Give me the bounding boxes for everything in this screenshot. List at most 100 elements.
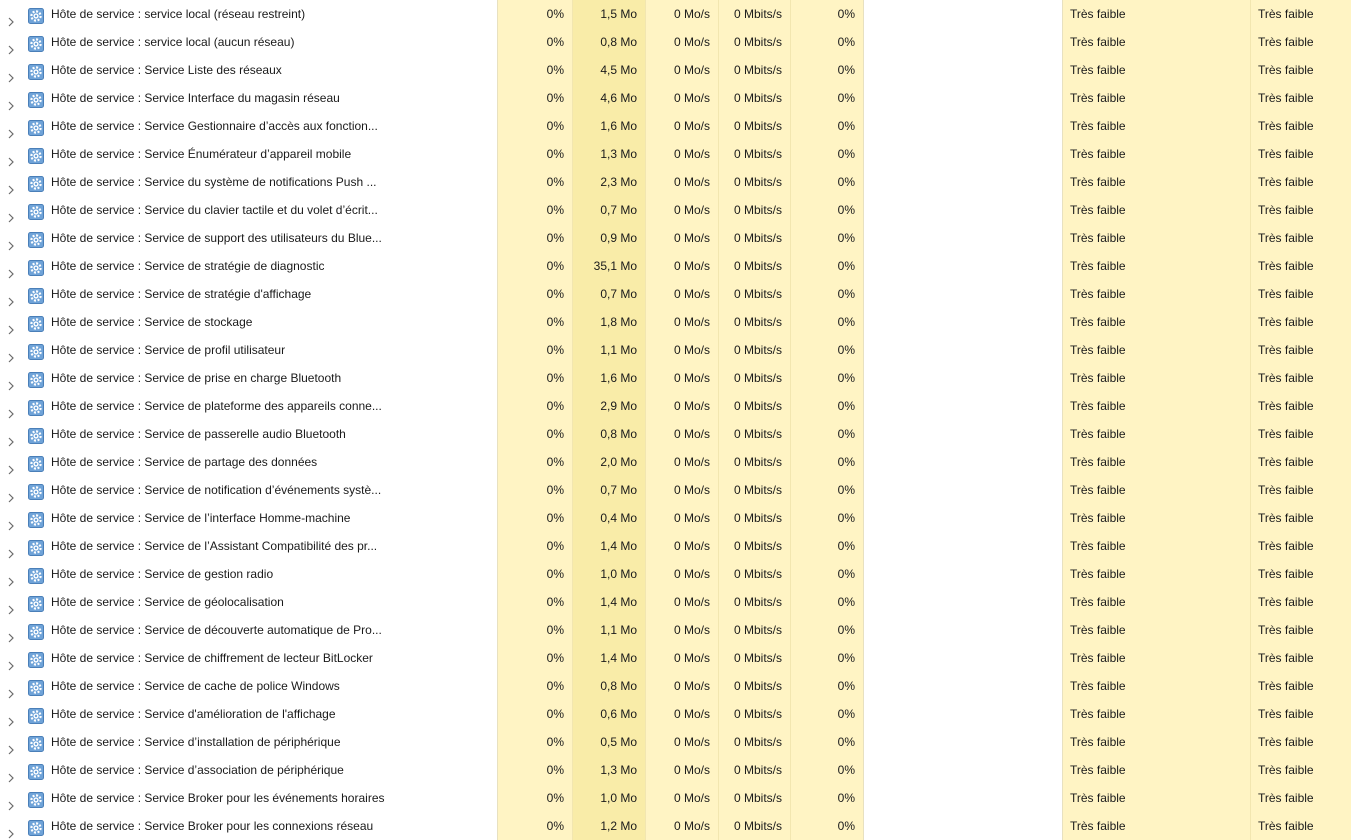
table-row[interactable]: Hôte de service : Service de profil util…	[0, 336, 1354, 364]
table-row[interactable]: Hôte de service : Service d’installation…	[0, 728, 1354, 756]
chevron-right-icon[interactable]	[6, 429, 16, 447]
name-cell[interactable]: Hôte de service : Service de découverte …	[0, 616, 498, 644]
table-row[interactable]: Hôte de service : Service de géolocalisa…	[0, 588, 1354, 616]
chevron-right-icon[interactable]	[6, 93, 16, 111]
chevron-right-icon[interactable]	[6, 457, 16, 475]
name-cell[interactable]: Hôte de service : Service du clavier tac…	[0, 196, 498, 224]
table-row[interactable]: Hôte de service : Service de stratégie d…	[0, 252, 1354, 280]
chevron-right-icon[interactable]	[6, 597, 16, 615]
name-cell[interactable]: Hôte de service : Service de partage des…	[0, 448, 498, 476]
table-row[interactable]: Hôte de service : service local (réseau …	[0, 0, 1354, 28]
name-cell[interactable]: Hôte de service : Service d’installation…	[0, 728, 498, 756]
name-cell[interactable]: Hôte de service : Service de passerelle …	[0, 420, 498, 448]
table-row[interactable]: Hôte de service : Service de l’interface…	[0, 504, 1354, 532]
table-row[interactable]: Hôte de service : Service de partage des…	[0, 448, 1354, 476]
table-row[interactable]: Hôte de service : Service Gestionnaire d…	[0, 112, 1354, 140]
chevron-right-icon[interactable]	[6, 37, 16, 55]
table-row[interactable]: Hôte de service : Service de chiffrement…	[0, 644, 1354, 672]
table-row[interactable]: Hôte de service : Service Liste des rése…	[0, 56, 1354, 84]
table-row[interactable]: Hôte de service : Service de notificatio…	[0, 476, 1354, 504]
table-row[interactable]: Hôte de service : Service de l’Assistant…	[0, 532, 1354, 560]
chevron-right-icon[interactable]	[6, 149, 16, 167]
chevron-right-icon[interactable]	[6, 541, 16, 559]
chevron-right-icon[interactable]	[6, 65, 16, 83]
memory-cell: 35,1 Mo	[573, 252, 646, 280]
name-cell[interactable]: Hôte de service : service local (réseau …	[0, 0, 498, 28]
chevron-right-icon[interactable]	[6, 121, 16, 139]
name-cell[interactable]: Hôte de service : Service de l’Assistant…	[0, 532, 498, 560]
name-cell[interactable]: Hôte de service : Service de stratégie d…	[0, 280, 498, 308]
gpu-cell: 0%	[791, 84, 864, 112]
table-row[interactable]: Hôte de service : Service de prise en ch…	[0, 364, 1354, 392]
name-cell[interactable]: Hôte de service : Service Liste des rése…	[0, 56, 498, 84]
chevron-right-icon[interactable]	[6, 233, 16, 251]
table-row[interactable]: Hôte de service : Service de gestion rad…	[0, 560, 1354, 588]
name-cell[interactable]: Hôte de service : Service de notificatio…	[0, 476, 498, 504]
name-cell[interactable]: Hôte de service : Service Interface du m…	[0, 84, 498, 112]
gpu-engine-cell	[864, 448, 1063, 476]
name-cell[interactable]: Hôte de service : Service de stockage	[0, 308, 498, 336]
table-row[interactable]: Hôte de service : Service de plateforme …	[0, 392, 1354, 420]
chevron-right-icon[interactable]	[6, 373, 16, 391]
chevron-right-icon[interactable]	[6, 821, 16, 839]
chevron-right-icon[interactable]	[6, 569, 16, 587]
name-cell[interactable]: Hôte de service : Service Broker pour le…	[0, 784, 498, 812]
table-row[interactable]: Hôte de service : Service d'amélioration…	[0, 700, 1354, 728]
name-cell[interactable]: Hôte de service : Service Broker pour le…	[0, 812, 498, 840]
name-cell[interactable]: Hôte de service : Service de plateforme …	[0, 392, 498, 420]
chevron-right-icon[interactable]	[6, 653, 16, 671]
power-usage-cell: Très faible	[1063, 196, 1251, 224]
name-cell[interactable]: Hôte de service : Service Gestionnaire d…	[0, 112, 498, 140]
process-name: Hôte de service : Service de profil util…	[51, 343, 286, 357]
table-row[interactable]: Hôte de service : service local (aucun r…	[0, 28, 1354, 56]
chevron-right-icon[interactable]	[6, 177, 16, 195]
chevron-right-icon[interactable]	[6, 261, 16, 279]
table-row[interactable]: Hôte de service : Service d’association …	[0, 756, 1354, 784]
chevron-right-icon[interactable]	[6, 765, 16, 783]
chevron-right-icon[interactable]	[6, 317, 16, 335]
table-row[interactable]: Hôte de service : Service du système de …	[0, 168, 1354, 196]
name-cell[interactable]: Hôte de service : Service de cache de po…	[0, 672, 498, 700]
chevron-right-icon[interactable]	[6, 205, 16, 223]
memory-cell: 1,4 Mo	[573, 532, 646, 560]
name-cell[interactable]: Hôte de service : Service d’association …	[0, 756, 498, 784]
name-cell[interactable]: Hôte de service : service local (aucun r…	[0, 28, 498, 56]
name-cell[interactable]: Hôte de service : Service d'amélioration…	[0, 700, 498, 728]
table-row[interactable]: Hôte de service : Service de stockage 0%…	[0, 308, 1354, 336]
name-cell[interactable]: Hôte de service : Service de support des…	[0, 224, 498, 252]
table-row[interactable]: Hôte de service : Service de support des…	[0, 224, 1354, 252]
chevron-right-icon[interactable]	[6, 401, 16, 419]
power-usage-cell: Très faible	[1063, 812, 1251, 840]
chevron-right-icon[interactable]	[6, 485, 16, 503]
network-cell: 0 Mbits/s	[719, 392, 791, 420]
chevron-right-icon[interactable]	[6, 9, 16, 27]
chevron-right-icon[interactable]	[6, 625, 16, 643]
cpu-cell: 0%	[498, 700, 573, 728]
table-row[interactable]: Hôte de service : Service Énumérateur d’…	[0, 140, 1354, 168]
chevron-right-icon[interactable]	[6, 289, 16, 307]
table-row[interactable]: Hôte de service : Service de passerelle …	[0, 420, 1354, 448]
chevron-right-icon[interactable]	[6, 345, 16, 363]
chevron-right-icon[interactable]	[6, 737, 16, 755]
name-cell[interactable]: Hôte de service : Service de prise en ch…	[0, 364, 498, 392]
chevron-right-icon[interactable]	[6, 681, 16, 699]
table-row[interactable]: Hôte de service : Service Broker pour le…	[0, 812, 1354, 840]
name-cell[interactable]: Hôte de service : Service de géolocalisa…	[0, 588, 498, 616]
process-name: Hôte de service : Service de prise en ch…	[51, 371, 342, 385]
name-cell[interactable]: Hôte de service : Service de chiffrement…	[0, 644, 498, 672]
chevron-right-icon[interactable]	[6, 513, 16, 531]
table-row[interactable]: Hôte de service : Service de stratégie d…	[0, 280, 1354, 308]
name-cell[interactable]: Hôte de service : Service du système de …	[0, 168, 498, 196]
table-row[interactable]: Hôte de service : Service de découverte …	[0, 616, 1354, 644]
chevron-right-icon[interactable]	[6, 709, 16, 727]
name-cell[interactable]: Hôte de service : Service Énumérateur d’…	[0, 140, 498, 168]
name-cell[interactable]: Hôte de service : Service de stratégie d…	[0, 252, 498, 280]
table-row[interactable]: Hôte de service : Service du clavier tac…	[0, 196, 1354, 224]
table-row[interactable]: Hôte de service : Service de cache de po…	[0, 672, 1354, 700]
table-row[interactable]: Hôte de service : Service Interface du m…	[0, 84, 1354, 112]
table-row[interactable]: Hôte de service : Service Broker pour le…	[0, 784, 1354, 812]
name-cell[interactable]: Hôte de service : Service de profil util…	[0, 336, 498, 364]
chevron-right-icon[interactable]	[6, 793, 16, 811]
name-cell[interactable]: Hôte de service : Service de gestion rad…	[0, 560, 498, 588]
name-cell[interactable]: Hôte de service : Service de l’interface…	[0, 504, 498, 532]
